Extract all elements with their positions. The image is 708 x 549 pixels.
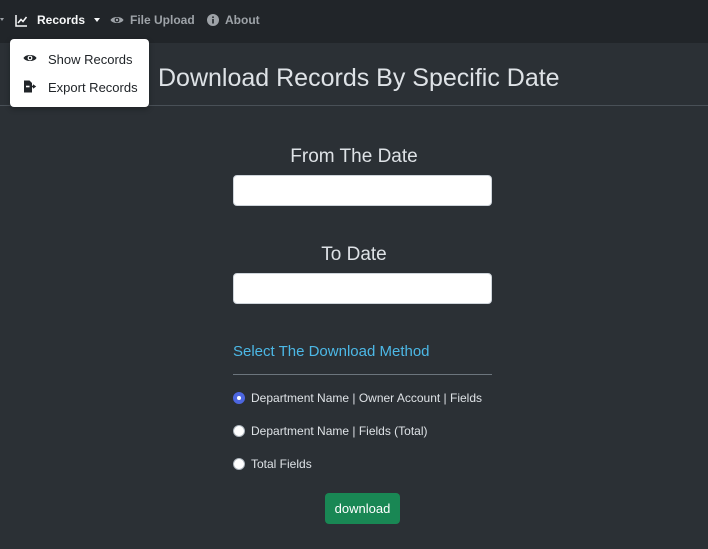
radio-button[interactable] <box>233 392 245 404</box>
download-button[interactable]: download <box>325 493 400 524</box>
chart-line-icon <box>15 14 28 27</box>
method-option-total-fields[interactable]: Total Fields <box>233 455 312 473</box>
eye-icon <box>23 52 37 67</box>
radio-button[interactable] <box>233 425 245 437</box>
menu-item-export-records[interactable]: Export Records <box>10 74 149 100</box>
nav-file-upload-label: File Upload <box>130 13 195 27</box>
caret-down-icon <box>94 18 101 22</box>
nav-records-label: Records <box>37 13 86 27</box>
method-option-label: Department Name | Owner Account | Fields <box>251 391 482 405</box>
page-title: Download Records By Specific Date <box>158 64 560 92</box>
download-method-title: Select The Download Method <box>233 343 430 360</box>
from-date-input[interactable] <box>233 175 492 206</box>
method-option-label: Total Fields <box>251 457 312 471</box>
menu-item-label: Export Records <box>48 79 138 95</box>
menu-item-label: Show Records <box>48 51 133 67</box>
chevron-down-icon[interactable] <box>0 18 4 21</box>
top-navbar: Records File Upload About <box>0 0 708 40</box>
nav-about[interactable]: About <box>207 0 260 40</box>
to-date-label: To Date <box>321 244 387 265</box>
nav-records-dropdown[interactable]: Records <box>15 0 101 40</box>
menu-item-show-records[interactable]: Show Records <box>10 46 149 72</box>
records-dropdown-menu: Show Records Export Records <box>10 39 149 107</box>
method-option-fields-total[interactable]: Department Name | Fields (Total) <box>233 422 428 440</box>
radio-button[interactable] <box>233 458 245 470</box>
method-option-label: Department Name | Fields (Total) <box>251 424 428 438</box>
nav-about-label: About <box>225 13 260 27</box>
method-option-owner-account[interactable]: Department Name | Owner Account | Fields <box>233 389 482 407</box>
main-content: Download Records By Specific Date From T… <box>0 43 708 549</box>
eye-icon <box>110 14 124 26</box>
nav-file-upload[interactable]: File Upload <box>110 0 195 40</box>
from-date-label: From The Date <box>290 146 418 167</box>
to-date-input[interactable] <box>233 273 492 304</box>
info-circle-icon <box>207 14 219 26</box>
export-icon <box>23 80 37 96</box>
divider <box>233 374 492 375</box>
